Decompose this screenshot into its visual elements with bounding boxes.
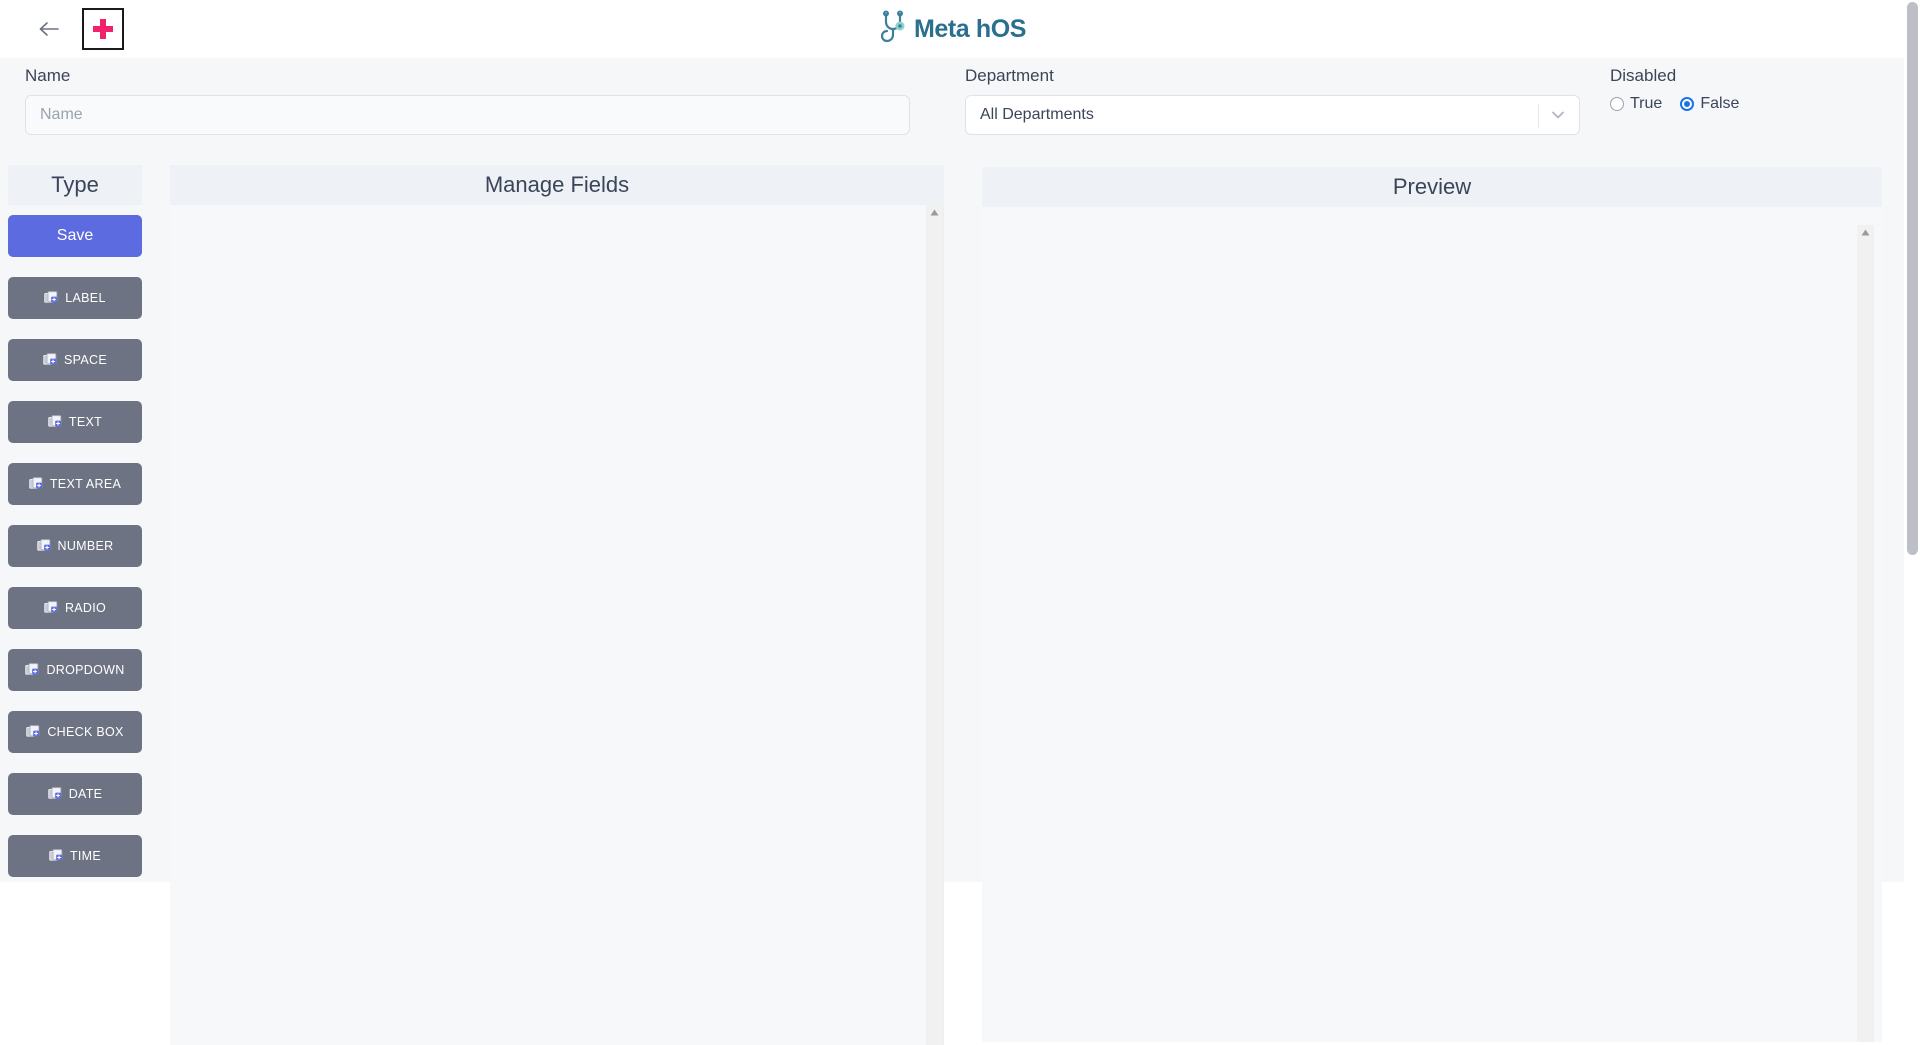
copy-plus-icon: [48, 415, 62, 429]
page-scrollbar-thumb[interactable]: [1907, 2, 1918, 555]
type-button-check-box[interactable]: CHECK BOX: [8, 711, 142, 753]
type-button-column: Save LABEL SPACE TEXT TEXT AREA NUMBER RADIO DR…: [8, 215, 142, 885]
type-button-space[interactable]: SPACE: [8, 339, 142, 381]
type-button-label: DROPDOWN: [46, 663, 125, 677]
type-button-label[interactable]: LABEL: [8, 277, 142, 319]
red-cross-icon: [93, 19, 113, 39]
type-button-save[interactable]: Save: [8, 215, 142, 257]
department-label: Department: [965, 66, 1054, 85]
type-button-label: TEXT AREA: [49, 477, 122, 491]
scroll-up-arrow-icon[interactable]: [930, 209, 939, 1045]
copy-plus-icon: [36, 539, 51, 553]
type-button-dropdown[interactable]: DROPDOWN: [8, 649, 142, 691]
select-divider: [1538, 104, 1539, 128]
manage-fields-scrollbar[interactable]: [926, 205, 943, 1045]
brand-name: Meta hOS: [913, 14, 1027, 43]
page-scrollbar[interactable]: [1904, 0, 1920, 882]
type-button-label: TEXT: [68, 415, 103, 429]
type-button-label: DATE: [68, 787, 103, 801]
type-panel-header: Type: [8, 165, 142, 205]
copy-plus-icon: [44, 291, 58, 305]
disabled-radio-group: True False: [1610, 95, 1890, 113]
preview-panel-title: Preview: [1392, 174, 1472, 199]
brand-logo: Meta hOS: [0, 9, 1904, 49]
manage-fields-body: [170, 205, 944, 1045]
manage-fields-panel-title: Manage Fields: [484, 172, 630, 197]
radio-option-true[interactable]: True: [1610, 95, 1662, 113]
type-button-label: SPACE: [64, 353, 107, 367]
type-button-text[interactable]: TEXT: [8, 401, 142, 443]
arrow-left-icon: [39, 22, 59, 36]
copy-plus-icon: [49, 849, 63, 863]
type-button-text-area[interactable]: TEXT AREA: [8, 463, 142, 505]
type-button-number[interactable]: NUMBER: [8, 525, 142, 567]
name-field-block: Name: [25, 66, 910, 135]
type-button-date[interactable]: DATE: [8, 773, 142, 815]
preview-scrollbar[interactable]: [1857, 225, 1874, 1042]
type-button-label: LABEL: [65, 291, 106, 305]
radio-label-false: False: [1700, 95, 1740, 112]
radio-circle-true[interactable]: [1610, 97, 1624, 111]
type-button-label: Save: [56, 227, 94, 244]
name-label: Name: [25, 66, 71, 85]
type-button-label: NUMBER: [57, 539, 114, 553]
copy-plus-icon: [29, 477, 43, 491]
type-button-time[interactable]: TIME: [8, 835, 142, 877]
department-select[interactable]: All Departments: [965, 95, 1580, 135]
type-button-label: CHECK BOX: [47, 725, 124, 739]
copy-plus-icon: [47, 787, 62, 801]
stethoscope-icon: [880, 10, 905, 43]
radio-circle-false[interactable]: [1680, 97, 1695, 111]
form-strip: Name Department All Departments Disabled…: [0, 58, 1904, 160]
manage-fields-panel-header: Manage Fields: [170, 165, 944, 205]
main-area: Type Manage Fields Preview Save LABEL SPAC…: [0, 160, 1904, 1045]
preview-panel-header: Preview: [982, 167, 1882, 207]
radio-option-false[interactable]: False: [1680, 95, 1739, 113]
department-selected-value: All Departments: [980, 106, 1094, 123]
app-header: Meta hOS: [0, 0, 1904, 58]
type-panel-title: Type: [51, 172, 99, 197]
back-button[interactable]: [36, 16, 62, 42]
chevron-down-icon[interactable]: [1549, 106, 1567, 124]
preview-body: [982, 207, 1882, 1042]
copy-plus-icon: [25, 663, 39, 677]
disabled-field-block: Disabled True False: [1610, 66, 1890, 113]
type-button-label: TIME: [69, 849, 102, 863]
type-button-label: RADIO: [64, 601, 107, 615]
radio-label-true: True: [1630, 95, 1663, 112]
copy-plus-icon: [26, 725, 40, 739]
name-input[interactable]: [25, 95, 910, 135]
copy-plus-icon: [43, 353, 57, 367]
red-cross-logo[interactable]: [82, 8, 124, 50]
type-button-radio[interactable]: RADIO: [8, 587, 142, 629]
department-field-block: Department All Departments: [965, 66, 1580, 135]
scroll-up-arrow-icon[interactable]: [1861, 229, 1870, 1042]
copy-plus-icon: [44, 601, 58, 615]
disabled-label: Disabled: [1610, 66, 1677, 85]
